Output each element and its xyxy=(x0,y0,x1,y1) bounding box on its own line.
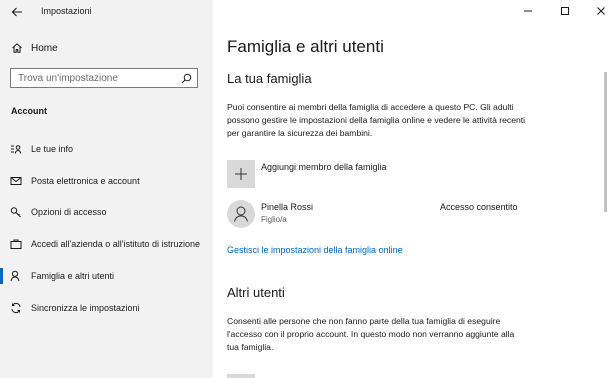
home-label: Home xyxy=(31,43,58,54)
search-box xyxy=(10,68,198,88)
add-family-member-label[interactable]: Aggiungi membro della famiglia xyxy=(261,162,387,172)
scrollbar[interactable] xyxy=(604,72,607,212)
other-users-description: Consenti alle persone che non fanno part… xyxy=(227,316,515,352)
member-status: Accesso consentito xyxy=(440,202,518,212)
sidebar: Impostazioni Home Account Le tue info Po… xyxy=(0,0,213,378)
sidebar-item-sync[interactable]: Sincronizza le impostazioni xyxy=(0,296,213,320)
manage-family-online-link[interactable]: Gestisci le impostazioni della famiglia … xyxy=(227,245,403,255)
search-icon[interactable] xyxy=(181,73,192,84)
key-icon xyxy=(10,207,21,218)
avatar[interactable] xyxy=(227,200,255,228)
sidebar-item-label: Famiglia e altri utenti xyxy=(31,271,115,281)
home-icon xyxy=(12,43,22,53)
family-description: Puoi consentire ai membri della famiglia… xyxy=(227,102,526,138)
back-arrow-icon[interactable] xyxy=(10,5,24,19)
add-other-user-button[interactable] xyxy=(227,374,255,378)
app-title: Impostazioni xyxy=(41,6,92,16)
maximize-icon[interactable] xyxy=(558,4,572,18)
sync-icon xyxy=(11,302,21,314)
sidebar-item-label: Accedi all'azienda o all'istituto di ist… xyxy=(31,239,201,249)
other-users-heading: Altri utenti xyxy=(227,285,285,300)
sidebar-item-label: Sincronizza le impostazioni xyxy=(31,303,140,313)
close-icon[interactable] xyxy=(594,4,608,18)
member-role: Figlio/a xyxy=(261,215,287,224)
sidebar-item-info[interactable]: Le tue info xyxy=(0,137,213,161)
sidebar-item-family[interactable]: Famiglia e altri utenti xyxy=(0,264,213,288)
page-title: Famiglia e altri utenti xyxy=(227,37,384,56)
sidebar-item-email[interactable]: Posta elettronica e account xyxy=(0,169,213,193)
person-icon xyxy=(234,206,248,222)
plus-icon xyxy=(235,168,247,180)
briefcase-icon xyxy=(10,239,22,249)
sidebar-item-signin-options[interactable]: Opzioni di accesso xyxy=(0,200,213,224)
active-indicator xyxy=(0,268,3,284)
sidebar-home[interactable]: Home xyxy=(10,41,200,57)
mail-icon xyxy=(10,177,22,185)
sidebar-item-label: Posta elettronica e account xyxy=(31,176,140,186)
sidebar-item-label: Le tue info xyxy=(31,144,74,154)
family-heading: La tua famiglia xyxy=(227,71,312,86)
sidebar-item-work-school[interactable]: Accedi all'azienda o all'istituto di ist… xyxy=(0,232,213,256)
sidebar-item-label: Opzioni di accesso xyxy=(31,207,107,217)
section-label: Account xyxy=(11,106,47,116)
member-name: Pinella Rossi xyxy=(261,202,314,212)
minimize-icon[interactable] xyxy=(521,4,535,18)
person-icon xyxy=(10,270,20,282)
main-content: Famiglia e altri utenti La tua famiglia … xyxy=(213,0,610,378)
add-family-member-button[interactable] xyxy=(227,160,255,188)
user-info-icon xyxy=(11,145,22,154)
search-input[interactable] xyxy=(11,69,183,87)
